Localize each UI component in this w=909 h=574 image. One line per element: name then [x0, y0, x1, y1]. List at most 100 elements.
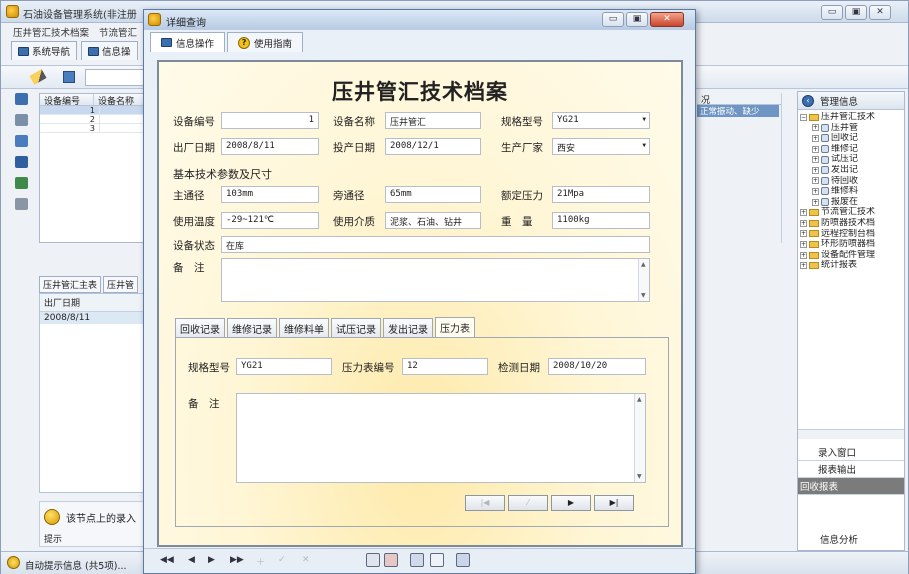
equip-name-field[interactable]: 压井管汇 [385, 112, 481, 129]
tab-repair-record[interactable]: 维修记录 [227, 318, 277, 337]
tree-item[interactable]: + 发出记 [800, 165, 904, 176]
tree-item[interactable]: + 节流管汇技术 [800, 207, 904, 218]
tab-recovery-record[interactable]: 回收记录 [175, 318, 225, 337]
expand-icon[interactable]: + [812, 145, 819, 153]
prev-button[interactable]: ◀ [188, 555, 195, 565]
tree-item[interactable]: + 统计报表 [800, 260, 904, 271]
expand-icon[interactable]: + [812, 177, 819, 185]
close-button[interactable]: ✕ [650, 12, 684, 27]
gauge-spec-field[interactable]: YG21 [236, 358, 332, 375]
table-row[interactable]: 1 [40, 106, 148, 115]
remark-textarea[interactable]: ▲ ▼ [221, 258, 650, 302]
medium-field[interactable]: 泥浆、石油、钻井 [385, 212, 481, 229]
tab-info-ops[interactable]: 信息操 [81, 41, 138, 60]
expand-icon[interactable]: + [812, 134, 819, 142]
expand-icon[interactable]: + [800, 219, 807, 227]
search-icon[interactable] [410, 553, 424, 567]
print-preview-icon[interactable] [384, 553, 398, 567]
tab-repair-materials[interactable]: 维修料单 [279, 318, 329, 337]
equip-no-field[interactable]: 1 [221, 112, 319, 129]
menu-item-kill-manifold[interactable]: 压井管汇技术档案 [13, 25, 89, 39]
expand-icon[interactable]: + [812, 124, 819, 132]
link-report-output[interactable]: 报表输出 [798, 461, 904, 478]
spec-select[interactable]: YG21 [552, 112, 650, 129]
close-button[interactable]: ✕ [869, 5, 891, 20]
expand-icon[interactable]: + [812, 187, 819, 195]
expand-icon[interactable]: + [800, 251, 807, 259]
list-icon[interactable] [15, 135, 28, 147]
expand-icon[interactable]: + [800, 262, 807, 270]
edit-icon[interactable]: ✓ [278, 555, 286, 565]
expand-icon[interactable]: + [800, 230, 807, 238]
expand-icon[interactable]: + [812, 156, 819, 164]
next-button[interactable]: ▶ [208, 555, 215, 565]
tree-item[interactable]: + 维修记 [800, 144, 904, 155]
info-analysis-label[interactable]: 信息分析 [820, 532, 858, 546]
maximize-button[interactable]: ▣ [845, 5, 867, 20]
stack-icon[interactable] [15, 198, 28, 210]
tab-issue-record[interactable]: 发出记录 [383, 318, 433, 337]
tree-item[interactable]: + 待回收 [800, 176, 904, 187]
tab-info-operation[interactable]: 信息操作 [150, 32, 226, 52]
print-icon[interactable] [366, 553, 380, 567]
link-recovery-report[interactable]: 回收报表 [798, 478, 904, 495]
vertical-scrollbar[interactable]: ▲ ▼ [638, 259, 649, 301]
document-icon[interactable] [15, 156, 28, 168]
expand-icon[interactable]: + [800, 209, 807, 217]
back-icon[interactable]: ‹ [802, 94, 814, 107]
gauge-remark-textarea[interactable]: ▲ ▼ [236, 393, 646, 483]
expand-icon[interactable]: + [800, 240, 807, 248]
expand-icon[interactable]: + [812, 166, 819, 174]
table-row[interactable]: 3 [40, 124, 148, 133]
tree-item[interactable]: − 压井管汇技术 [800, 112, 904, 123]
tree-item[interactable]: + 压井管 [800, 123, 904, 134]
save-icon[interactable] [63, 71, 75, 83]
vertical-scrollbar[interactable]: ▲ ▼ [634, 394, 645, 482]
add-icon[interactable]: ＋ [256, 555, 265, 568]
pressure-field[interactable]: 21Mpa [552, 186, 650, 203]
tab-system-nav[interactable]: 系统导航 [11, 41, 78, 60]
maker-select[interactable]: 西安 [552, 138, 650, 155]
column-header[interactable]: 设备名称 [94, 94, 148, 105]
prev-record-button[interactable]: ⁄ [508, 495, 548, 511]
tree-item[interactable]: + 远程控制台档 [800, 229, 904, 240]
toolbar-field[interactable] [85, 69, 145, 86]
temp-field[interactable]: -29~121℃ [221, 212, 319, 229]
last-record-button[interactable]: ▶| [594, 495, 634, 511]
delete-icon[interactable]: ✕ [302, 555, 310, 565]
side-bore-field[interactable]: 65mm [385, 186, 481, 203]
expand-icon[interactable]: + [812, 198, 819, 206]
check-date-field[interactable]: 2008/10/20 [548, 358, 646, 375]
column-header[interactable]: 况 [697, 93, 785, 105]
tree-item[interactable]: + 回收记 [800, 133, 904, 144]
chart-icon[interactable] [15, 177, 28, 189]
tab-pressure-test-record[interactable]: 试压记录 [331, 318, 381, 337]
prod-date-field[interactable]: 2008/12/1 [385, 138, 481, 155]
weight-field[interactable]: 1100kg [552, 212, 650, 229]
horizontal-scrollbar[interactable] [798, 429, 904, 439]
tree-item[interactable]: + 维修料 [800, 186, 904, 197]
next-record-button[interactable]: ▶ [551, 495, 591, 511]
edit-icon[interactable] [29, 69, 47, 85]
last-button[interactable]: ▶▶ [230, 555, 244, 565]
tree-item[interactable]: + 试压记 [800, 154, 904, 165]
tree-item[interactable]: + 防喷器技术档 [800, 218, 904, 229]
menu-item-choke-manifold[interactable]: 节流管汇 [99, 25, 137, 39]
column-header[interactable]: 出厂日期 [40, 294, 148, 312]
minimize-button[interactable]: ▭ [602, 12, 624, 27]
maximize-button[interactable]: ▣ [626, 12, 648, 27]
collapse-icon[interactable]: − [800, 113, 807, 121]
tab-user-guide[interactable]: ? 使用指南 [227, 32, 304, 52]
minimize-button[interactable]: ▭ [821, 5, 843, 20]
table-cell[interactable]: 正常振动、缺少 [697, 105, 779, 117]
first-record-button[interactable]: |◀ [465, 495, 505, 511]
gauge-no-field[interactable]: 12 [402, 358, 488, 375]
tab-pressure-gauge[interactable]: 压力表 [435, 317, 475, 337]
table-row[interactable]: 2008/8/11 [40, 312, 148, 324]
export-icon[interactable] [456, 553, 470, 567]
tab-kill-sub[interactable]: 压井管 [103, 276, 139, 293]
tree-item[interactable]: + 报废在 [800, 197, 904, 208]
window-icon[interactable] [15, 93, 28, 105]
tree-item[interactable]: + 设备配件管理 [800, 250, 904, 261]
table-row[interactable]: 2 [40, 115, 148, 124]
